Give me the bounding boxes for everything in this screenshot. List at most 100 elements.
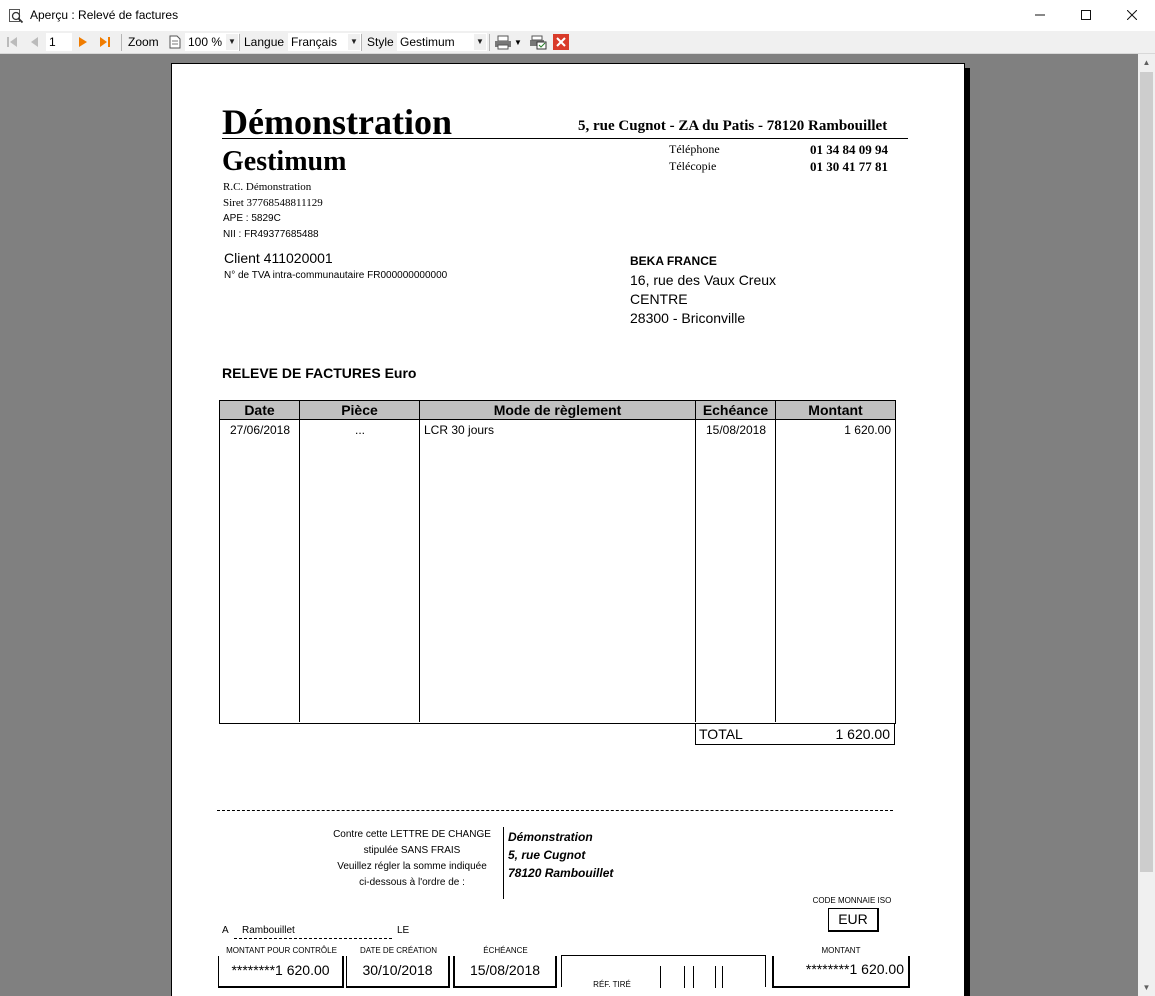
nii-text: NII : FR49377685488 [223, 229, 319, 240]
statement-title: RELEVE DE FACTURES Euro [222, 365, 417, 381]
currency-value: EUR [838, 911, 868, 927]
ref-box: RÉF. TIRÉ [561, 955, 766, 989]
style-select[interactable]: Gestimum ▼ [397, 33, 487, 51]
document-page: Démonstration 5, rue Cugnot - ZA du Pati… [171, 63, 965, 996]
ape-text: APE : 5829C [223, 213, 281, 224]
window-title: Aperçu : Relevé de factures [30, 8, 179, 22]
due-box: 15/08/2018 [453, 956, 557, 988]
ref-label: RÉF. TIRÉ [593, 980, 631, 989]
column-echeance [696, 420, 776, 722]
currency-box: EUR [828, 908, 879, 932]
previous-page-icon[interactable] [28, 36, 40, 48]
place-prefix: A [222, 925, 229, 936]
minimize-icon [1035, 14, 1045, 16]
creation-label: DATE DE CRÉATION [359, 946, 438, 955]
toolbar-separator [239, 34, 240, 51]
style-label: Style [367, 35, 394, 49]
print-setup-icon[interactable] [529, 35, 547, 50]
chevron-down-icon[interactable]: ▼ [514, 38, 522, 47]
scroll-up-icon[interactable]: ▲ [1138, 54, 1155, 71]
ref-divider [684, 966, 685, 988]
phone-label: Téléphone [669, 142, 720, 156]
scrollbar-thumb[interactable] [1140, 72, 1153, 872]
style-value: Gestimum [400, 35, 455, 49]
cut-line [217, 810, 893, 811]
ref-divider [715, 966, 716, 988]
client-code: Client 411020001 [224, 250, 333, 266]
header-montant: Montant [776, 401, 895, 420]
page-number-input[interactable]: 1 [46, 33, 72, 51]
maximize-button[interactable] [1063, 0, 1109, 31]
lcr-divider [503, 827, 504, 899]
amount-control-value: ********1 620.00 [231, 962, 330, 978]
recipient-name: BEKA FRANCE [630, 254, 717, 268]
fax-value: 01 30 41 77 81 [810, 159, 888, 174]
lcr-text-line: Veuillez régler la somme indiquée [337, 861, 487, 872]
amount-control-label: MONTANT POUR CONTRÔLE [226, 946, 337, 955]
scroll-down-icon[interactable]: ▼ [1138, 979, 1155, 996]
company-subname: Gestimum [222, 146, 347, 177]
creation-box: 30/10/2018 [346, 956, 450, 988]
minimize-button[interactable] [1017, 0, 1063, 31]
recipient-line2: CENTRE [630, 291, 688, 307]
column-date [220, 420, 300, 722]
lcr-text-line: Contre cette LETTRE DE CHANGE [333, 829, 491, 840]
header-rule [222, 138, 908, 139]
due-label: ÉCHÉANCE [483, 946, 528, 955]
le-label: LE [397, 925, 410, 936]
amount-value: ********1 620.00 [805, 961, 904, 977]
amount-box: ********1 620.00 [772, 956, 910, 988]
chevron-down-icon: ▼ [226, 34, 238, 50]
rc-text: R.C. Démonstration [223, 181, 312, 193]
siret-text: Siret 37768548811129 [223, 197, 323, 209]
place-field: Rambouillet [234, 925, 392, 939]
close-button[interactable] [1109, 0, 1155, 31]
last-page-icon[interactable] [99, 36, 111, 48]
payee-line: Démonstration [508, 830, 593, 844]
client-vat: N° de TVA intra-communautaire FR00000000… [224, 270, 448, 281]
lcr-payee: Démonstration 5, rue Cugnot 78120 Rambou… [508, 828, 613, 882]
vertical-scrollbar[interactable]: ▲ ▼ [1138, 54, 1155, 996]
header-mode: Mode de règlement [420, 401, 696, 420]
creation-value: 30/10/2018 [362, 962, 433, 978]
row-montant: 1 620.00 [844, 423, 891, 437]
zoom-select[interactable]: 100 % ▼ [185, 33, 239, 51]
first-page-icon[interactable] [6, 36, 18, 48]
row-piece: ... [354, 423, 365, 437]
toolbar-separator [489, 34, 490, 51]
company-name: Démonstration [222, 102, 452, 142]
due-value: 15/08/2018 [469, 962, 541, 978]
recipient-line3: 28300 - Briconville [630, 310, 746, 326]
preview-icon [9, 9, 24, 24]
total-label: TOTAL [699, 726, 743, 742]
company-address: 5, rue Cugnot - ZA du Patis - 78120 Ramb… [578, 118, 888, 134]
total-box: TOTAL 1 620.00 [695, 723, 895, 745]
header-date: Date [220, 401, 300, 420]
title-bar: Aperçu : Relevé de factures [0, 0, 1155, 31]
preview-viewport: Démonstration 5, rue Cugnot - ZA du Pati… [0, 54, 1138, 996]
language-select[interactable]: Français ▼ [288, 33, 361, 51]
zoom-label: Zoom [128, 35, 159, 49]
next-page-icon[interactable] [77, 36, 89, 48]
header-piece: Pièce [300, 401, 420, 420]
lcr-text-line: ci-dessous à l'ordre de : [359, 877, 465, 888]
language-label: Langue [244, 35, 285, 49]
row-date: 27/06/2018 [229, 423, 291, 437]
toolbar-separator [121, 34, 122, 51]
close-preview-icon[interactable] [553, 34, 569, 50]
maximize-icon [1081, 10, 1091, 20]
chevron-down-icon: ▼ [348, 34, 360, 50]
toolbar-separator [361, 34, 362, 51]
column-piece [300, 420, 420, 722]
payee-line: 78120 Rambouillet [508, 866, 614, 880]
page-icon [169, 35, 181, 49]
print-icon[interactable] [494, 35, 512, 50]
fax-label: Télécopie [669, 159, 717, 173]
ref-divider [722, 966, 723, 988]
row-mode: LCR 30 jours [424, 423, 495, 437]
total-value: 1 620.00 [835, 726, 891, 742]
column-mode [420, 420, 696, 722]
place-value: Rambouillet [242, 925, 295, 936]
amount-label: MONTANT [821, 946, 861, 955]
header-echeance: Echéance [696, 401, 776, 420]
